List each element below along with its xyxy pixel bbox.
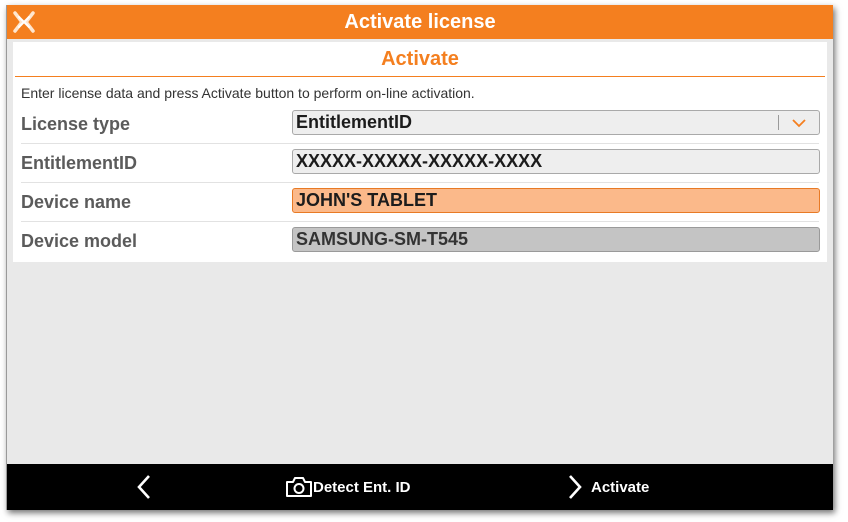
- window-title: Activate license: [344, 10, 496, 33]
- device-model-label: Device model: [21, 231, 138, 251]
- activate-label: Activate: [591, 478, 650, 496]
- entitlement-id-row: EntitlementID XXXXX-XXXXX-XXXXX-XXXX: [21, 144, 820, 183]
- device-name-input[interactable]: JOHN'S TABLET: [292, 188, 820, 213]
- chevron-right-icon: [569, 475, 582, 499]
- activate-license-window: Activate license Activate Enter license …: [6, 5, 833, 510]
- section-title: Activate: [15, 42, 825, 77]
- detect-ent-id-label: Detect Ent. ID: [313, 478, 411, 496]
- detect-ent-id-button[interactable]: Detect Ent. ID: [285, 464, 411, 510]
- activation-panel: Activate Enter license data and press Ac…: [13, 42, 827, 262]
- device-model-row: Device model SAMSUNG-SM-T545: [21, 222, 820, 260]
- app-logo-icon: [13, 11, 35, 33]
- license-type-row: License type EntitlementID: [21, 105, 820, 144]
- license-type-select[interactable]: EntitlementID: [292, 110, 820, 135]
- license-type-value: EntitlementID: [296, 112, 413, 132]
- device-name-row: Device name JOHN'S TABLET: [21, 183, 820, 222]
- device-model-field: SAMSUNG-SM-T545: [292, 227, 820, 252]
- entitlement-id-input[interactable]: XXXXX-XXXXX-XXXXX-XXXX: [292, 149, 820, 174]
- device-name-label: Device name: [21, 192, 132, 212]
- select-divider: [778, 115, 779, 130]
- license-type-label: License type: [21, 114, 131, 134]
- bottom-action-bar: Detect Ent. ID Activate: [7, 464, 833, 510]
- instructions-text: Enter license data and press Activate bu…: [21, 85, 475, 101]
- back-button[interactable]: [135, 464, 153, 510]
- chevron-down-icon[interactable]: [791, 115, 807, 131]
- title-bar: Activate license: [7, 5, 833, 39]
- activate-button[interactable]: Activate: [565, 464, 649, 510]
- entitlement-id-label: EntitlementID: [21, 153, 138, 173]
- chevron-left-icon: [137, 475, 150, 499]
- camera-icon: [286, 477, 312, 497]
